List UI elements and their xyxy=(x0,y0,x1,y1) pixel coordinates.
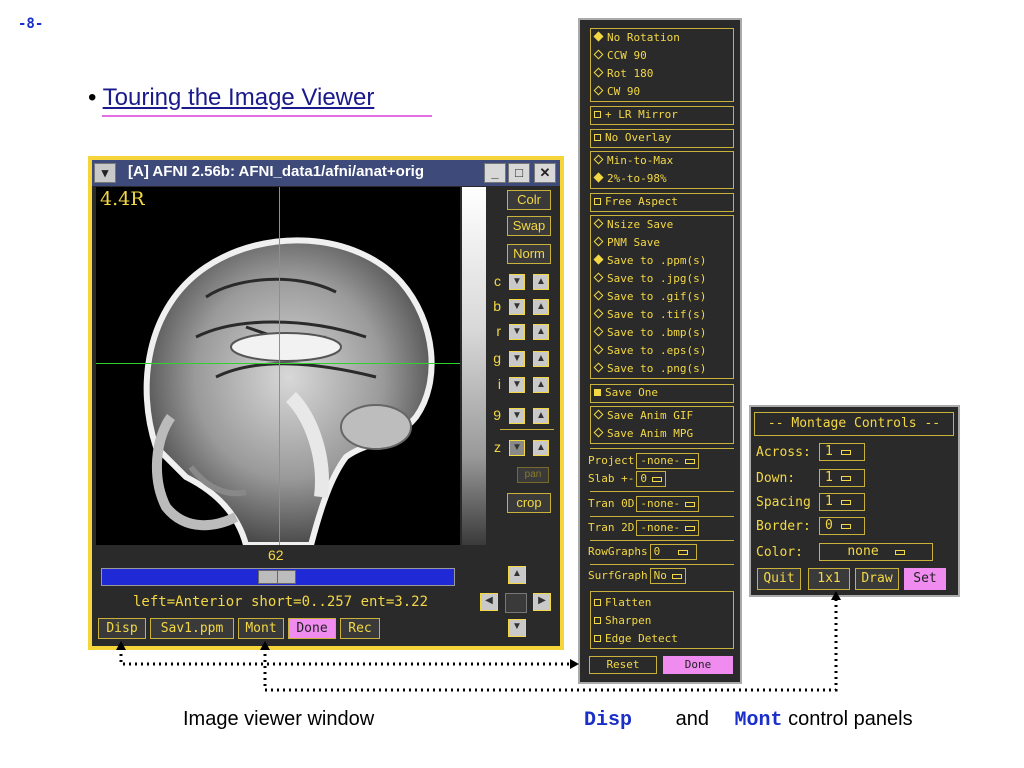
caption-control-panels: control panels xyxy=(788,708,913,730)
caption-panels: Disp and Mont control panels xyxy=(584,708,913,732)
disp-connector xyxy=(119,648,572,666)
caption-disp-code: Disp xyxy=(584,709,633,732)
mont-arrowhead-up xyxy=(260,641,270,650)
disp-arrowhead-right xyxy=(570,659,579,669)
connector-lines xyxy=(116,591,841,692)
caption-and: and xyxy=(675,708,709,730)
caption-viewer: Image viewer window xyxy=(183,708,375,730)
mont-connector xyxy=(263,598,838,692)
montage-arrowhead-up xyxy=(831,591,841,600)
caption-mont-code: Mont xyxy=(734,709,783,732)
disp-arrowhead-up xyxy=(116,641,126,650)
